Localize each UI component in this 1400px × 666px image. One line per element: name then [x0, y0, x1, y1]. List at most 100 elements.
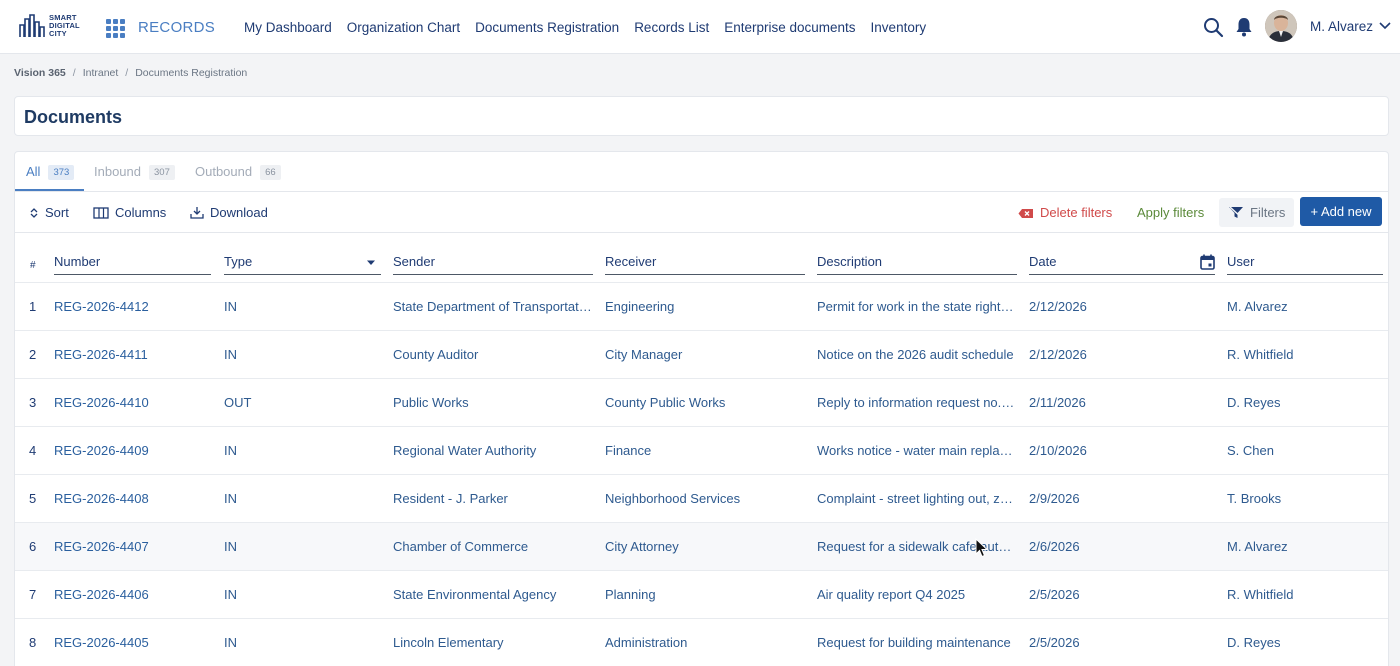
cell-description: Notice on the 2026 audit schedule	[817, 347, 1014, 362]
nav-organization-chart[interactable]: Organization Chart	[347, 20, 460, 35]
caret-down-icon[interactable]	[366, 260, 376, 266]
download-button[interactable]: Download	[190, 205, 268, 220]
cell-user: M. Alvarez	[1227, 299, 1288, 314]
cell-date: 2/10/2026	[1029, 443, 1087, 458]
avatar[interactable]	[1265, 10, 1297, 42]
mouse-cursor-icon	[975, 538, 989, 558]
cell-index: 5	[29, 491, 37, 506]
cell-number[interactable]: REG-2026-4409	[54, 443, 209, 458]
tab-bar: All 373 Inbound 307 Outbound 66	[15, 152, 1388, 192]
tab-inbound[interactable]: Inbound 307	[94, 164, 175, 180]
column-filter-number[interactable]	[54, 274, 211, 275]
cell-index: 8	[29, 635, 37, 650]
column-header-number[interactable]: Number	[54, 254, 100, 269]
search-icon[interactable]	[1203, 17, 1224, 38]
main-nav: My Dashboard Organization Chart Document…	[244, 20, 941, 35]
apps-grid-icon[interactable]	[106, 19, 125, 38]
app-name[interactable]: RECORDS	[138, 19, 215, 36]
bell-icon[interactable]	[1235, 17, 1253, 37]
cell-type: OUT	[224, 395, 252, 410]
brand-logo-text: SMART DIGITAL CITY	[49, 13, 80, 38]
table-header: # Number Type Sender Receiver Descriptio…	[15, 234, 1388, 280]
cell-description: Permit for work in the state right of wa…	[817, 299, 1017, 314]
chevron-down-icon[interactable]	[1378, 20, 1392, 32]
cell-type: IN	[224, 635, 237, 650]
cell-number[interactable]: REG-2026-4407	[54, 539, 209, 554]
column-filter-user[interactable]	[1227, 274, 1383, 275]
breadcrumb: Vision 365/Intranet / Documents Registrati…	[14, 67, 248, 79]
cell-number[interactable]: REG-2026-4405	[54, 635, 209, 650]
cell-type: IN	[224, 299, 237, 314]
table-row[interactable]: 2 REG-2026-4411 IN County Auditor City M…	[15, 330, 1388, 378]
cell-number[interactable]: REG-2026-4412	[54, 299, 209, 314]
column-filter-description[interactable]	[817, 274, 1017, 275]
cell-number[interactable]: REG-2026-4411	[54, 347, 209, 362]
table-row[interactable]: 3 REG-2026-4410 OUT Public Works County …	[15, 378, 1388, 426]
cell-user: M. Alvarez	[1227, 539, 1288, 554]
column-header-sender[interactable]: Sender	[393, 254, 435, 269]
active-tab-indicator	[15, 189, 84, 191]
columns-label: Columns	[115, 205, 167, 220]
cell-number[interactable]: REG-2026-4408	[54, 491, 209, 506]
table-row[interactable]: 1 REG-2026-4412 IN State Department of T…	[15, 282, 1388, 330]
cell-date: 2/6/2026	[1029, 539, 1080, 554]
filters-button[interactable]: Filters	[1219, 198, 1295, 227]
cell-user: D. Reyes	[1227, 395, 1281, 410]
sort-icon	[30, 208, 38, 218]
tab-all-count: 373	[48, 165, 75, 180]
cell-sender: Resident - J. Parker	[393, 491, 508, 506]
column-header-receiver[interactable]: Receiver	[605, 254, 656, 269]
delete-filters-button[interactable]: Delete filters	[1018, 205, 1112, 220]
cell-date: 2/5/2026	[1029, 587, 1080, 602]
column-header-date[interactable]: Date	[1029, 254, 1056, 269]
table-row[interactable]: 4 REG-2026-4409 IN Regional Water Author…	[15, 426, 1388, 474]
nav-records-list[interactable]: Records List	[634, 20, 709, 35]
brand-logo[interactable]: SMART DIGITAL CITY	[18, 13, 88, 41]
table-row[interactable]: 5 REG-2026-4408 IN Resident - J. Parker …	[15, 474, 1388, 522]
column-header-type[interactable]: Type	[224, 254, 252, 269]
cell-sender: Regional Water Authority	[393, 443, 537, 458]
nav-documents-registration[interactable]: Documents Registration	[475, 20, 619, 35]
cell-receiver: Administration	[605, 635, 688, 650]
column-filter-receiver[interactable]	[605, 274, 805, 275]
column-filter-date[interactable]	[1029, 274, 1215, 275]
cell-number[interactable]: REG-2026-4410	[54, 395, 209, 410]
download-label: Download	[210, 205, 268, 220]
column-header-description[interactable]: Description	[817, 254, 882, 269]
table-row[interactable]: 8 REG-2026-4405 IN Lincoln Elementary Ad…	[15, 618, 1388, 666]
cell-receiver: Neighborhood Services	[605, 491, 741, 506]
tab-outbound-count: 66	[260, 165, 281, 180]
user-name[interactable]: M. Alvarez	[1310, 19, 1373, 34]
cell-receiver: County Public Works	[605, 395, 726, 410]
page-header: Documents	[14, 96, 1389, 136]
apply-filters-button[interactable]: Apply filters	[1137, 205, 1204, 220]
cell-description: Works notice - water main replacement	[817, 443, 1017, 458]
nav-enterprise-documents[interactable]: Enterprise documents	[724, 20, 855, 35]
nav-my-dashboard[interactable]: My Dashboard	[244, 20, 332, 35]
breadcrumb-item-intranet[interactable]: Intranet	[83, 67, 119, 79]
tab-inbound-label: Inbound	[94, 164, 141, 179]
table-row[interactable]: 6 REG-2026-4407 IN Chamber of Commerce C…	[15, 522, 1388, 570]
cell-description: Reply to information request no. 2026	[817, 395, 1017, 410]
sort-button[interactable]: Sort	[29, 205, 69, 220]
column-filter-type[interactable]	[224, 274, 381, 275]
download-icon	[190, 207, 204, 219]
cell-number[interactable]: REG-2026-4406	[54, 587, 209, 602]
tab-outbound[interactable]: Outbound 66	[195, 164, 281, 180]
cell-sender: Chamber of Commerce	[393, 539, 529, 554]
table-row[interactable]: 7 REG-2026-4406 IN State Environmental A…	[15, 570, 1388, 618]
calendar-icon[interactable]	[1200, 254, 1215, 270]
cell-sender: County Auditor	[393, 347, 479, 362]
delete-filter-icon	[1018, 209, 1033, 218]
column-header-user[interactable]: User	[1227, 254, 1254, 269]
cell-sender: State Department of Transportation	[393, 299, 592, 314]
filters-label: Filters	[1250, 205, 1286, 220]
column-filter-sender[interactable]	[393, 274, 593, 275]
cell-description: Complaint - street lighting out, zone 4	[817, 491, 1017, 506]
add-new-button[interactable]: + Add new	[1300, 197, 1382, 226]
tab-all[interactable]: All 373	[26, 164, 75, 180]
breadcrumb-item-vision365[interactable]: Vision 365	[14, 67, 66, 79]
cell-type: IN	[224, 443, 237, 458]
columns-button[interactable]: Columns	[93, 205, 166, 220]
nav-inventory[interactable]: Inventory	[871, 20, 927, 35]
